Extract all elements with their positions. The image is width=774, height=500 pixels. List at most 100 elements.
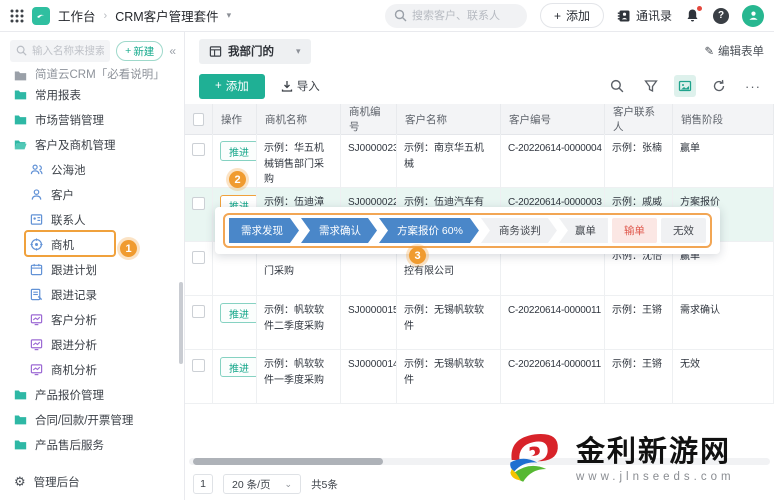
opportunity-name: 示例：帆软软件二季度采购 [257, 296, 341, 350]
pagination: 1 20 条/页 ⌄ 共5条 [193, 474, 338, 494]
page-size-select[interactable]: 20 条/页 ⌄ [223, 474, 302, 494]
row-checkbox[interactable] [192, 197, 205, 210]
sidebar-item-crm-readme[interactable]: 简道云CRM「必看说明」 [0, 66, 184, 82]
opportunity-no: SJ0000015 [341, 296, 397, 350]
table-view-icon [209, 45, 222, 57]
download-icon [281, 81, 292, 92]
advance-stage-button[interactable]: 推进 [220, 303, 256, 323]
sidebar-item-followup-plan[interactable]: 跟进计划 [0, 257, 184, 282]
stage-step-todo[interactable]: 商务谈判 [481, 218, 557, 243]
edit-form-button[interactable]: ✎ 编辑表单 [704, 43, 764, 59]
users-icon [30, 164, 43, 175]
card-view-toggle-icon[interactable] [674, 75, 696, 97]
sidebar-item-quote-management[interactable]: 产品报价管理 [0, 382, 184, 407]
refresh-icon[interactable] [708, 75, 730, 97]
customer-no: C-20220614-0000011 [501, 296, 605, 350]
app-grid-icon[interactable] [10, 9, 24, 23]
help-button[interactable]: ? [713, 7, 729, 24]
table-row[interactable]: 推进 示例：帆软软件一季度采购 SJ0000014 示例：无锡帆软软件 C-20… [185, 350, 774, 404]
site-watermark: 金利新游网 www.jlnseeds.com [504, 424, 768, 496]
sidebar-item-customers[interactable]: 客户 [0, 182, 184, 207]
notifications-button[interactable] [685, 6, 702, 23]
admin-backend-button[interactable]: ⚙ 管理后台 [0, 474, 184, 490]
row-checkbox[interactable] [192, 143, 205, 156]
view-name: 我部门的 [228, 46, 274, 58]
row-checkbox[interactable] [192, 251, 205, 264]
breadcrumb-app-title[interactable]: CRM客户管理套件 [115, 6, 218, 25]
customer-name: 示例：南京华五机械 [397, 134, 501, 188]
filter-icon[interactable] [640, 75, 662, 97]
sidebar-item-contacts[interactable]: 联系人 [0, 207, 184, 232]
customer-name: 示例：无锡帆软软件 [397, 350, 501, 404]
notification-red-dot [697, 6, 702, 11]
folder-open-icon [14, 140, 27, 150]
horizontal-scrollbar-thumb[interactable] [193, 458, 383, 465]
table-row[interactable]: 推进 示例：帆软软件二季度采购 SJ0000015 示例：无锡帆软软件 C-20… [185, 296, 774, 350]
col-header-operation[interactable]: 操作 [213, 104, 257, 135]
table-search-icon[interactable] [606, 75, 628, 97]
sidebar-scrollbar[interactable] [179, 282, 183, 364]
workspace-logo-icon[interactable] [32, 6, 50, 25]
sidebar-item-customer-opportunity-group[interactable]: 客户及商机管理 [0, 132, 184, 157]
watermark-site-name: 金利新游网 [576, 436, 732, 469]
plus-icon: + [215, 80, 222, 92]
sidebar-search-icon [16, 45, 27, 56]
dashboard-icon [30, 339, 43, 351]
col-header-customer-name[interactable]: 客户名称 [397, 104, 501, 135]
sidebar-item-contract-management[interactable]: 合同/回款/开票管理 [0, 407, 184, 432]
view-selector[interactable]: 我部门的 ▾ [199, 38, 311, 64]
user-avatar[interactable] [742, 4, 764, 27]
col-header-sales-stage[interactable]: 销售阶段 [673, 104, 774, 135]
header-add-button[interactable]: + 添加 [539, 3, 604, 28]
stage-flow-popup: 需求发现 需求确认 方案报价 60% 商务谈判 赢单 输单 无效 [215, 207, 720, 254]
select-caret-icon: ⌄ [284, 478, 293, 489]
sidebar-item-common-reports[interactable]: 常用报表 [0, 82, 184, 107]
sidebar-item-aftersales[interactable]: 产品售后服务 [0, 432, 184, 457]
advance-stage-button[interactable]: 推进 [220, 141, 256, 161]
watermark-site-url: www.jlnseeds.com [576, 470, 735, 483]
address-book-icon [617, 9, 631, 23]
sidebar-item-opportunities[interactable]: 商机 [0, 230, 184, 257]
app-title-chevron-down-icon[interactable]: ▾ [227, 10, 232, 21]
stage-step-done[interactable]: 需求发现 [229, 218, 299, 243]
search-icon [394, 9, 407, 22]
select-all-checkbox[interactable] [193, 113, 204, 126]
row-checkbox[interactable] [192, 305, 205, 318]
stage-step-current[interactable]: 方案报价 60% [379, 218, 479, 243]
advance-stage-button[interactable]: 推进 [220, 357, 256, 377]
table-row[interactable]: 推进 示例：华五机械销售部门采购 SJ0000023 示例：南京华五机械 C-2… [185, 134, 774, 188]
stage-step-done[interactable]: 需求确认 [301, 218, 377, 243]
annotation-badge-2: 2 [229, 171, 246, 188]
contacts-button[interactable]: 通讯录 [617, 7, 672, 24]
import-button[interactable]: 导入 [281, 78, 320, 94]
more-options-icon[interactable]: ··· [742, 75, 764, 97]
customer-contact: 示例：王锵 [605, 350, 673, 404]
customer-no: C-20220614-0000011 [501, 350, 605, 404]
sidebar-collapse-icon[interactable]: « [169, 44, 176, 58]
edit-form-label: 编辑表单 [718, 46, 764, 58]
breadcrumb-workspace[interactable]: 工作台 [58, 6, 96, 25]
stage-step-lost[interactable]: 输单 [611, 218, 657, 243]
folder-icon [14, 115, 27, 125]
sidebar-item-opportunity-analysis[interactable]: 商机分析 [0, 357, 184, 382]
gear-icon: ⚙ [14, 474, 26, 489]
folder-icon [14, 415, 27, 425]
add-record-button[interactable]: + 添加 [199, 73, 265, 99]
sidebar-item-marketing[interactable]: 市场营销管理 [0, 107, 184, 132]
stage-step-todo[interactable]: 赢单 [558, 218, 608, 243]
opportunity-table: 操作 商机名称 商机编号 客户名称 客户编号 客户联系人 销售阶段 推进 示例：… [185, 104, 774, 404]
sidebar-item-followup-analysis[interactable]: 跟进分析 [0, 332, 184, 357]
col-header-customer-contact[interactable]: 客户联系人 [605, 104, 673, 135]
annotation-badge-3: 3 [409, 247, 426, 264]
sidebar-item-public-pool[interactable]: 公海池 [0, 157, 184, 182]
row-checkbox[interactable] [192, 359, 205, 372]
page-number-button[interactable]: 1 [193, 474, 213, 494]
customer-no: C-20220614-0000004 [501, 134, 605, 188]
sidebar-item-customer-analysis[interactable]: 客户分析 [0, 307, 184, 332]
col-header-opportunity-no[interactable]: 商机编号 [341, 104, 397, 135]
new-form-button[interactable]: + 新建 [116, 41, 164, 61]
col-header-customer-no[interactable]: 客户编号 [501, 104, 605, 135]
sidebar-item-followup-records[interactable]: 跟进记录 [0, 282, 184, 307]
stage-step-invalid[interactable]: 无效 [660, 218, 706, 243]
col-header-opportunity-name[interactable]: 商机名称 [257, 104, 341, 135]
